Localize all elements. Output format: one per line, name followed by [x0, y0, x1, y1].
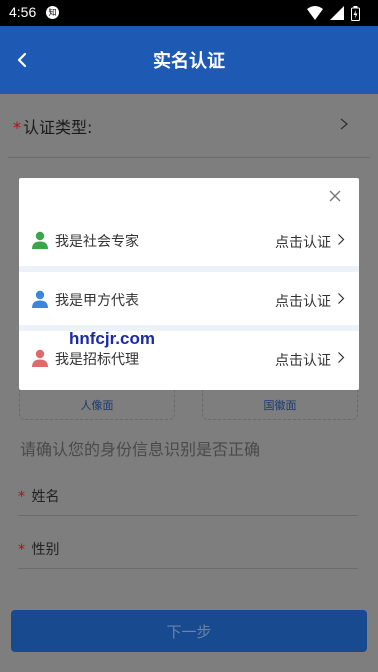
option-action: 点击认证 — [275, 353, 331, 369]
option-expert[interactable]: 我是社会专家 点击认证 — [19, 214, 359, 266]
name-label-text: 姓名 — [31, 489, 60, 505]
chevron-right-icon — [340, 118, 349, 130]
battery-icon — [351, 5, 360, 21]
person-icon — [32, 231, 48, 249]
option-client[interactable]: 我是甲方代表 点击认证 — [19, 273, 359, 325]
signal-icon — [330, 6, 344, 20]
confirm-text: 请确认您的身份信息识别是否正确 — [20, 440, 261, 459]
notification-badge: 知 — [46, 6, 59, 19]
name-label: * 姓名 — [18, 486, 59, 506]
wifi-icon — [307, 6, 323, 20]
app-bar: 实名认证 — [0, 26, 378, 94]
close-icon[interactable] — [327, 188, 343, 204]
required-mark: * — [18, 542, 25, 558]
option-label: 我是招标代理 — [55, 352, 139, 368]
upload-front-label: 人像面 — [80, 399, 114, 412]
option-action: 点击认证 — [275, 235, 331, 251]
status-icons — [307, 5, 360, 21]
next-button[interactable]: 下一步 — [11, 610, 367, 652]
gender-label-text: 性别 — [31, 542, 60, 558]
required-mark: * — [18, 489, 25, 505]
person-icon — [32, 349, 48, 367]
chevron-right-icon — [338, 352, 345, 363]
person-icon — [32, 290, 48, 308]
gender-field[interactable]: * 性别 — [18, 531, 358, 569]
required-mark: * — [13, 118, 21, 137]
chevron-right-icon — [338, 234, 345, 245]
option-label: 我是社会专家 — [55, 234, 139, 250]
page-title: 实名认证 — [153, 51, 225, 72]
option-label: 我是甲方代表 — [55, 293, 139, 309]
divider — [8, 157, 370, 158]
gender-label: * 性别 — [18, 539, 59, 559]
status-bar: 4:56 知 — [0, 0, 378, 26]
option-action: 点击认证 — [275, 294, 331, 310]
upload-back-label: 国徽面 — [263, 399, 297, 412]
watermark: hnfcjr.com — [69, 329, 155, 348]
auth-role-dialog: 我是社会专家 点击认证 我是甲方代表 点击认证 我是招标代理 点击认证 — [19, 178, 359, 390]
option-separator — [19, 266, 359, 272]
name-field[interactable]: * 姓名 — [18, 478, 358, 516]
auth-type-label: 认证类型: — [23, 118, 93, 137]
status-time: 4:56 — [9, 4, 37, 20]
auth-type-row[interactable]: * 认证类型: — [13, 114, 92, 138]
chevron-right-icon — [338, 293, 345, 304]
